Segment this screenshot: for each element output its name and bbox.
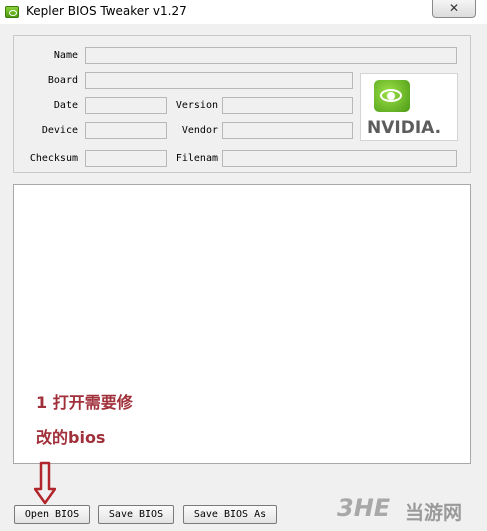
name-field <box>85 47 457 64</box>
nvidia-eye-icon <box>374 80 410 112</box>
date-field <box>85 97 167 114</box>
close-button[interactable]: ✕ <box>432 0 476 18</box>
annotation-line-1: 1 打开需要修 <box>36 393 133 412</box>
name-label: Name <box>53 50 78 61</box>
app-icon <box>5 6 19 18</box>
vendor-field <box>222 122 353 139</box>
watermark-site-name: 当游网 <box>405 502 463 524</box>
device-field <box>85 122 167 139</box>
close-icon: ✕ <box>448 1 460 15</box>
window-title: Kepler BIOS Tweaker v1.27 <box>26 4 187 18</box>
date-label: Date <box>53 100 78 111</box>
checksum-label: Checksum <box>29 153 78 164</box>
device-label: Device <box>41 125 78 136</box>
filename-field <box>222 150 457 167</box>
nvidia-wordmark: NVIDIA. <box>367 118 442 138</box>
save-bios-button[interactable]: Save BIOS <box>98 505 174 524</box>
board-label: Board <box>47 75 78 86</box>
save-bios-as-button[interactable]: Save BIOS As <box>183 505 277 524</box>
open-bios-button[interactable]: Open BIOS <box>14 505 90 524</box>
title-bar[interactable]: Kepler BIOS Tweaker v1.27 ✕ <box>0 0 487 24</box>
version-field <box>222 97 353 114</box>
version-label: Version <box>175 100 218 111</box>
watermark: 3HE 当游网 <box>333 490 483 526</box>
app-window: Kepler BIOS Tweaker v1.27 ✕ Name Board D… <box>0 0 487 531</box>
filename-label: Filenam <box>175 153 218 164</box>
nvidia-logo: NVIDIA. <box>360 73 458 141</box>
checksum-field <box>85 150 167 167</box>
watermark-logo: 3HE <box>337 494 391 522</box>
annotation-line-2: 改的bios <box>36 428 106 447</box>
bios-output-area[interactable] <box>13 184 471 464</box>
red-arrow-down-icon <box>34 461 56 505</box>
vendor-label: Vendor <box>181 125 218 136</box>
board-field <box>85 72 353 89</box>
